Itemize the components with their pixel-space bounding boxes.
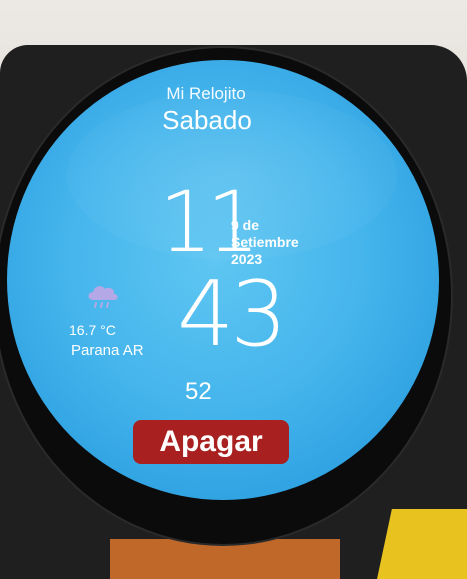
clock-minutes: 43: [177, 262, 288, 367]
background-orange-object: [110, 539, 340, 579]
clock-seconds: 52: [185, 378, 212, 405]
date-day: 9 de: [231, 217, 260, 233]
weekday-label: Sabado: [162, 105, 252, 135]
photo-scene: Mi Relojito Sabado 11 43 9 de Setiembre …: [0, 0, 467, 579]
off-button[interactable]: Apagar: [133, 420, 289, 464]
date-month: Setiembre: [231, 234, 299, 250]
location-label: Parana AR: [71, 342, 144, 359]
cloud-rain-icon: [83, 278, 123, 318]
app-title: Mi Relojito: [166, 84, 246, 103]
date-year: 2023: [231, 251, 263, 267]
watch-face: Mi Relojito Sabado 11 43 9 de Setiembre …: [7, 60, 439, 500]
background-yellow-object: [377, 509, 467, 579]
temperature-readout: 16.7 °C: [69, 322, 116, 338]
date-block: 9 de Setiembre 2023: [231, 217, 299, 268]
